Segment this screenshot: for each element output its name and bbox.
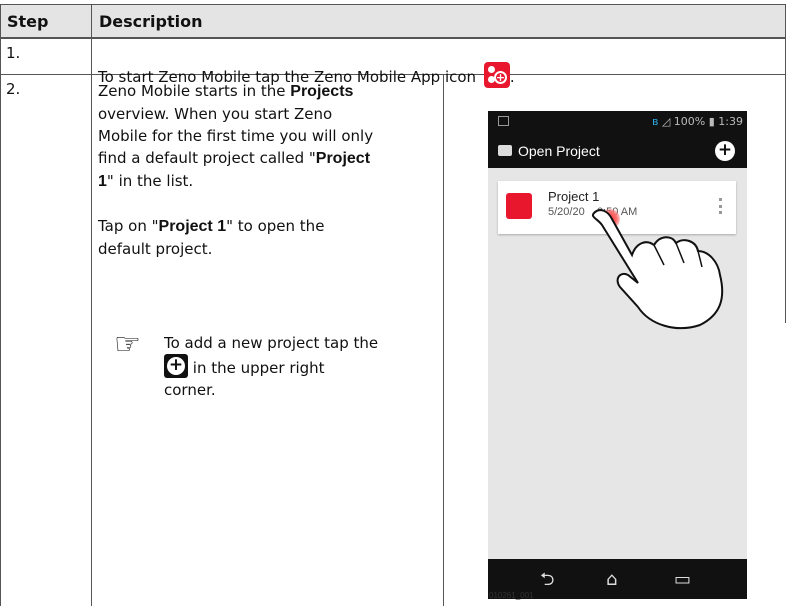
recent-apps-icon[interactable]: ▭ — [674, 571, 691, 589]
zeno-mobile-app-icon: + — [483, 62, 510, 88]
header-description: Description — [99, 12, 203, 31]
home-icon[interactable]: ⌂ — [606, 571, 617, 589]
step-1-period: . — [509, 68, 515, 86]
project-icon — [506, 193, 532, 219]
add-project-button[interactable]: + — [715, 141, 735, 161]
step-text: Zeno Mobile starts in the Projects overv… — [98, 82, 374, 258]
status-bar: ʙ ◿ 100% ▮ 1:39 — [488, 111, 747, 134]
hand-gesture-icon — [592, 209, 724, 330]
action-bar: Open Project + — [488, 134, 747, 168]
plus-circle-icon: + — [164, 354, 188, 378]
screen-title: Open Project — [518, 143, 600, 159]
note-text: To add a new project tap the + in the up… — [164, 334, 379, 399]
row-divider-1 — [0, 38, 786, 39]
phone-screenshot: ʙ ◿ 100% ▮ 1:39 Open Project + Project 1… — [488, 111, 747, 599]
folder-icon — [498, 145, 512, 156]
step-number: 2. — [6, 80, 21, 98]
figure-caption: 010261_001 — [489, 591, 534, 600]
clock: 1:39 — [718, 115, 743, 128]
step-number: 1. — [6, 44, 21, 62]
table-border-left — [0, 4, 1, 606]
project-name: Project 1 — [548, 189, 600, 204]
battery-percent: 100% — [673, 115, 706, 128]
pointing-hand-icon: ☞ — [114, 327, 141, 362]
back-icon[interactable]: ⮌ — [540, 571, 554, 589]
image-icon — [498, 116, 509, 126]
table-header: Step Description — [0, 4, 786, 38]
column-divider — [91, 4, 92, 606]
bluetooth-icon: ʙ — [651, 115, 659, 128]
header-step: Step — [7, 12, 49, 31]
